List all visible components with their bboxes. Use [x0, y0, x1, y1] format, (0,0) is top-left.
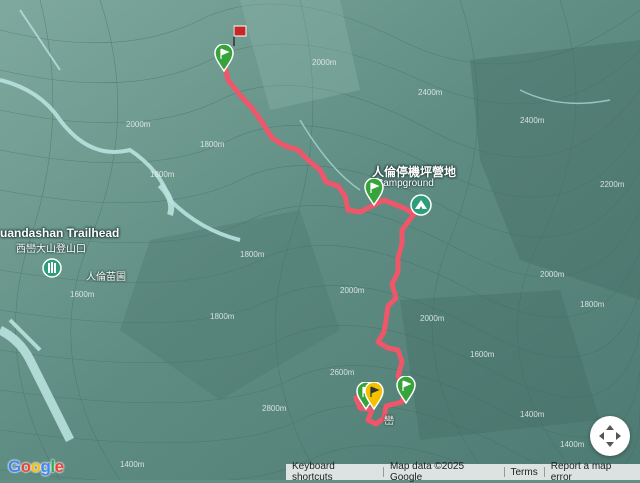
summit-marker-icon[interactable] [364, 382, 384, 410]
move-arrows-icon [599, 425, 621, 447]
attribution-bar: Keyboard shortcuts Map data ©2025 Google… [286, 461, 640, 483]
trailhead-label-zh[interactable]: 西巒大山登山口 [16, 240, 86, 255]
contour-label: 2000m [126, 120, 151, 129]
contour-label: 2800m [262, 404, 287, 413]
contour-label: 1800m [580, 300, 605, 309]
end-flag-icon[interactable] [232, 24, 248, 48]
waypoint-marker-icon[interactable] [364, 178, 384, 206]
contour-label: 2600m [330, 368, 355, 377]
campground-icon[interactable] [410, 194, 432, 216]
campground-label-en[interactable]: Campground [376, 178, 434, 189]
contour-label: 1600m [70, 290, 95, 299]
peak-label[interactable]: 巒 [384, 412, 394, 427]
terrain-map[interactable] [0, 0, 640, 480]
terms-link[interactable]: Terms [505, 467, 544, 478]
google-logo[interactable]: Google [8, 457, 64, 477]
contour-label: 1800m [200, 140, 225, 149]
contour-label: 2400m [520, 116, 545, 125]
trailhead-icon[interactable] [42, 258, 62, 278]
map-pan-control[interactable] [590, 416, 630, 456]
contour-label: 2000m [420, 314, 445, 323]
contour-label: 2200m [600, 180, 625, 189]
contour-label: 1400m [560, 440, 585, 449]
contour-label: 2000m [312, 58, 337, 67]
contour-label: 1800m [240, 250, 265, 259]
waypoint-marker-icon[interactable] [396, 376, 416, 404]
contour-label: 1600m [470, 350, 495, 359]
start-marker-icon[interactable] [214, 44, 234, 72]
contour-label: 1400m [120, 460, 145, 469]
contour-label: 2400m [418, 88, 443, 97]
contour-label: 2000m [340, 286, 365, 295]
contour-label: 2000m [540, 270, 565, 279]
trailhead-label-en[interactable]: uandashan Trailhead [0, 226, 119, 240]
contour-label: 1400m [520, 410, 545, 419]
nursery-label[interactable]: 人倫苗圃 [86, 268, 126, 283]
contour-label: 1800m [150, 170, 175, 179]
contour-label: 1800m [210, 312, 235, 321]
